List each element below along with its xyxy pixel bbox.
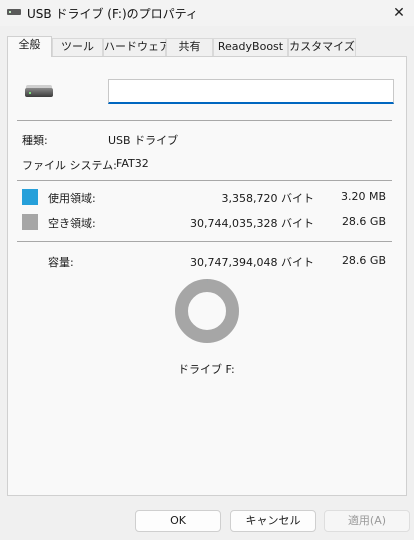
- tab-sharing[interactable]: 共有: [166, 38, 213, 56]
- free-space-swatch: [22, 214, 38, 230]
- drive-name-input[interactable]: [108, 79, 394, 104]
- used-space-size: 3.20 MB: [340, 190, 386, 203]
- close-button[interactable]: ✕: [388, 3, 410, 23]
- cancel-button[interactable]: キャンセル: [230, 510, 316, 532]
- apply-button[interactable]: 適用(A): [324, 510, 410, 532]
- separator: [17, 241, 392, 242]
- usb-drive-icon: [7, 9, 21, 15]
- separator: [17, 120, 392, 121]
- type-label: 種類:: [22, 134, 48, 147]
- general-panel: 種類: USB ドライブ ファイル システム: FAT32 使用領域: 3,35…: [7, 56, 407, 496]
- free-space-label: 空き領域:: [48, 217, 96, 230]
- dialog-footer: OK キャンセル 適用(A): [0, 496, 414, 540]
- tab-customize[interactable]: カスタマイズ: [288, 38, 356, 56]
- filesystem-value: FAT32: [116, 157, 149, 170]
- capacity-bytes: 30,747,394,048 バイト: [190, 256, 314, 269]
- window-title: USB ドライブ (F:)のプロパティ: [27, 7, 198, 21]
- type-value: USB ドライブ: [108, 134, 179, 147]
- used-space-swatch: [22, 189, 38, 205]
- usb-drive-icon: [25, 85, 53, 97]
- disk-usage-donut: [174, 278, 240, 344]
- capacity-size: 28.6 GB: [341, 254, 386, 267]
- tab-general[interactable]: 全般: [7, 36, 52, 57]
- tab-strip: 全般 ツール ハードウェア 共有 ReadyBoost カスタマイズ: [7, 36, 407, 57]
- used-space-label: 使用領域:: [48, 192, 96, 205]
- capacity-label: 容量:: [48, 256, 74, 269]
- free-space-bytes: 30,744,035,328 バイト: [190, 217, 314, 230]
- tab-hardware[interactable]: ハードウェア: [103, 38, 170, 56]
- separator: [17, 180, 392, 181]
- used-space-bytes: 3,358,720 バイト: [221, 192, 314, 205]
- free-space-size: 28.6 GB: [341, 215, 386, 228]
- title-bar: USB ドライブ (F:)のプロパティ ✕: [0, 0, 414, 26]
- drive-caption: ドライブ F:: [178, 363, 235, 376]
- tab-tools[interactable]: ツール: [52, 38, 103, 56]
- free-space-ring: [175, 279, 239, 343]
- ok-button[interactable]: OK: [135, 510, 221, 532]
- filesystem-label: ファイル システム:: [22, 159, 117, 172]
- tab-readyboost[interactable]: ReadyBoost: [213, 38, 288, 56]
